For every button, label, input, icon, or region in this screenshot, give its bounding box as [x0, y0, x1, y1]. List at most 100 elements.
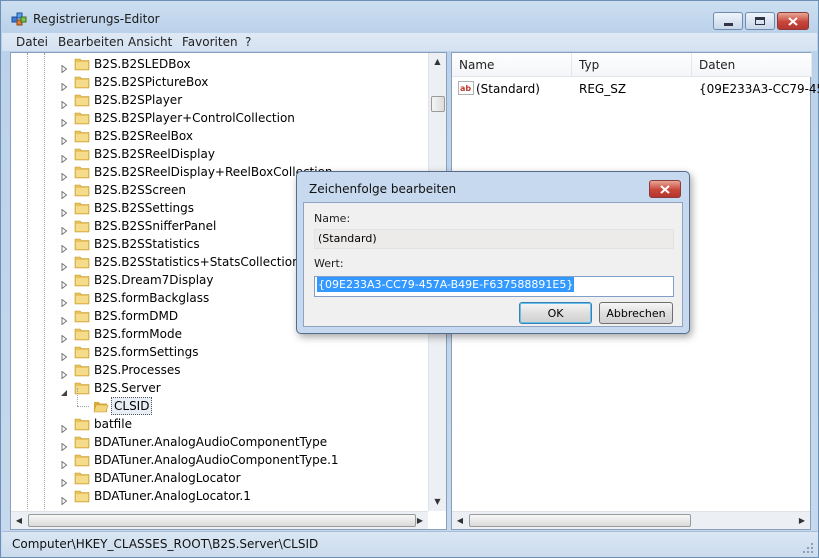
scroll-left-icon[interactable]: ◀ [11, 512, 27, 529]
folder-icon [74, 363, 90, 377]
column-type[interactable]: Typ [572, 53, 692, 77]
folder-icon [74, 435, 90, 449]
tree-item-label: B2S.B2SSnifferPanel [94, 219, 217, 233]
minimize-icon [723, 22, 733, 26]
tree-guide-line [27, 53, 28, 509]
name-field: (Standard) [314, 229, 674, 249]
folder-icon [74, 183, 90, 197]
minimize-button[interactable] [713, 12, 743, 30]
value-label: Wert: [314, 257, 344, 270]
scroll-up-icon[interactable]: ▲ [429, 53, 446, 70]
value-input[interactable]: {09E233A3-CC79-457A-B49E-F637588891E5} [314, 276, 674, 297]
collapsed-arrow-icon[interactable] [60, 114, 68, 128]
collapsed-arrow-icon[interactable] [60, 168, 68, 182]
tree-item-label: B2S.formBackglass [94, 291, 210, 305]
tree-item[interactable]: BDATuner.AnalogLocator.1 [11, 487, 426, 506]
tree-item[interactable]: B2S.Server [11, 379, 426, 397]
folder-icon [74, 201, 90, 215]
folder-icon [74, 147, 90, 161]
folder-icon [74, 327, 90, 341]
folder-icon [74, 165, 90, 179]
collapsed-arrow-icon[interactable] [60, 240, 68, 254]
collapsed-arrow-icon[interactable] [60, 186, 68, 200]
menu-favoriten[interactable]: Favoriten [182, 35, 238, 49]
horizontal-scroll-thumb[interactable] [469, 514, 691, 527]
collapsed-arrow-icon[interactable] [60, 474, 68, 488]
dialog-close-button[interactable] [649, 180, 681, 198]
tree-item-label: B2S.B2SStatistics [94, 237, 200, 251]
ok-button[interactable]: OK [519, 302, 592, 324]
tree-item[interactable]: BDATuner.AnalogAudioComponentType.1 [11, 451, 426, 470]
collapsed-arrow-icon[interactable] [60, 60, 68, 74]
collapsed-arrow-icon[interactable] [60, 204, 68, 218]
status-path: Computer\HKEY_CLASSES_ROOT\B2S.Server\CL… [12, 537, 319, 551]
edit-string-dialog: Zeichenfolge bearbeiten Name: (Standard)… [296, 171, 690, 334]
value-input-text: {09E233A3-CC79-457A-B49E-F637588891E5} [317, 277, 575, 292]
maximize-button[interactable] [745, 12, 775, 30]
scroll-left-icon[interactable]: ◀ [452, 512, 468, 529]
folder-icon [74, 453, 90, 467]
collapsed-arrow-icon[interactable] [60, 492, 68, 506]
collapsed-arrow-icon[interactable] [60, 222, 68, 236]
collapsed-arrow-icon[interactable] [60, 258, 68, 272]
folder-icon [74, 309, 90, 323]
list-horizontal-scrollbar[interactable]: ◀ ▶ [452, 511, 810, 529]
scroll-right-icon[interactable]: ▶ [412, 512, 428, 529]
collapsed-arrow-icon[interactable] [60, 420, 68, 434]
menu-ansicht[interactable]: Ansicht [128, 35, 172, 49]
tree-item-label: BDATuner.AnalogAudioComponentType [94, 435, 328, 449]
resize-grip-icon[interactable] [802, 542, 814, 554]
dialog-title: Zeichenfolge bearbeiten [309, 182, 457, 196]
close-button[interactable] [777, 12, 809, 30]
open-folder-icon [93, 399, 109, 413]
tree-item-label: CLSID [111, 397, 153, 415]
collapsed-arrow-icon[interactable] [60, 96, 68, 110]
tree-item[interactable]: B2S.B2SLEDBox [11, 55, 426, 74]
scroll-right-icon[interactable]: ▶ [794, 512, 810, 529]
tree-item-label: B2S.Dream7Display [94, 273, 214, 287]
tree-item-label: B2S.B2SReelDisplay [94, 147, 215, 161]
collapsed-arrow-icon[interactable] [60, 78, 68, 92]
collapsed-arrow-icon[interactable] [60, 150, 68, 164]
column-name[interactable]: Name [452, 53, 572, 77]
collapsed-arrow-icon[interactable] [60, 132, 68, 146]
collapsed-arrow-icon[interactable] [60, 276, 68, 290]
tree-item[interactable]: B2S.Processes [11, 361, 426, 380]
tree-horizontal-scrollbar[interactable]: ◀ ▶ [11, 511, 428, 529]
tree-item[interactable]: B2S.B2SReelBox [11, 127, 426, 146]
folder-icon [74, 489, 90, 503]
value-data: {09E233A3-CC79-457... [699, 82, 819, 96]
tree-item[interactable]: BDATuner.AnalogLocator [11, 469, 426, 488]
cancel-button[interactable]: Abbrechen [599, 302, 673, 324]
folder-icon [74, 57, 90, 71]
tree-item[interactable]: CLSID [11, 388, 426, 415]
tree-item-label: BDATuner.AnalogLocator [94, 471, 241, 485]
tree-item[interactable]: B2S.B2SPlayer [11, 91, 426, 110]
expanded-arrow-icon[interactable] [60, 384, 68, 396]
tree-item[interactable]: B2S.B2SPictureBox [11, 73, 426, 92]
title-bar[interactable]: Registrierungs-Editor [1, 1, 818, 33]
scroll-down-icon[interactable]: ▼ [429, 493, 446, 510]
menu-bearbeiten[interactable]: Bearbeiten [58, 35, 124, 49]
collapsed-arrow-icon[interactable] [60, 294, 68, 308]
tree-connector-line [77, 406, 89, 407]
tree-item[interactable]: B2S.formSettings [11, 343, 426, 362]
collapsed-arrow-icon[interactable] [60, 366, 68, 380]
folder-icon [74, 111, 90, 125]
tree-item[interactable]: batfile [11, 415, 426, 434]
horizontal-scroll-thumb[interactable] [28, 514, 416, 527]
folder-icon [74, 255, 90, 269]
column-data[interactable]: Daten [692, 53, 812, 77]
tree-item[interactable]: BDATuner.AnalogAudioComponentType [11, 433, 426, 452]
folder-icon [74, 471, 90, 485]
collapsed-arrow-icon[interactable] [60, 438, 68, 452]
collapsed-arrow-icon[interactable] [60, 456, 68, 470]
menu-datei[interactable]: Datei [16, 35, 48, 49]
collapsed-arrow-icon[interactable] [60, 348, 68, 362]
scroll-thumb[interactable] [431, 96, 445, 112]
collapsed-arrow-icon[interactable] [60, 330, 68, 344]
tree-item[interactable]: B2S.B2SReelDisplay [11, 145, 426, 164]
collapsed-arrow-icon[interactable] [60, 312, 68, 326]
menu-help[interactable]: ? [245, 35, 251, 49]
tree-item[interactable]: B2S.B2SPlayer+ControlCollection [11, 109, 426, 128]
